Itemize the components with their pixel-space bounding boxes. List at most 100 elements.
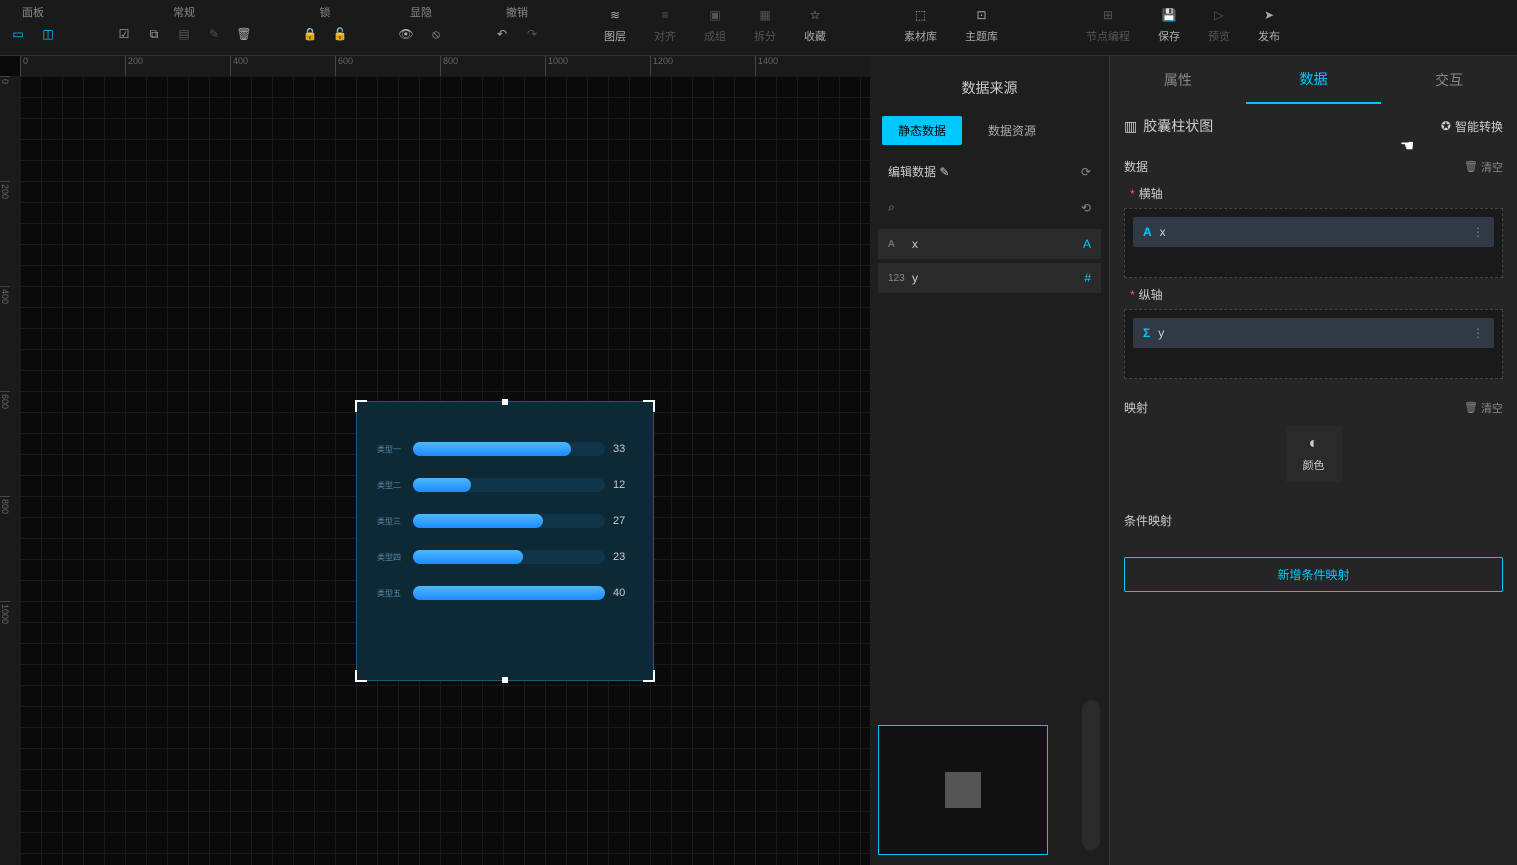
field-end-icon: # <box>1084 271 1091 285</box>
ruler-tick: 600 <box>0 391 10 496</box>
prop-header: ▥ 胶囊柱状图 ✪ 智能转换 <box>1110 104 1517 148</box>
material-lib-label: 素材库 <box>904 28 937 44</box>
resize-handle-tl[interactable] <box>355 400 367 412</box>
chart-title: 胶囊柱状图 <box>1143 116 1213 136</box>
bar-value: 40 <box>613 587 633 599</box>
ruler-tick: 0 <box>0 76 10 181</box>
unlock-icon[interactable]: 🔓 <box>330 24 350 44</box>
align-icon: ≡ <box>654 4 676 26</box>
chart-widget-selected[interactable]: 类型一33类型二12类型三27类型四23类型五40 <box>356 401 654 681</box>
property-tabs: 属性 数据 交互 <box>1110 56 1517 104</box>
publish-button[interactable]: ➤ 发布 <box>1244 0 1294 48</box>
resize-handle-br[interactable] <box>643 670 655 682</box>
theme-lib-button[interactable]: ⊡ 主题库 <box>951 0 1012 48</box>
canvas-area[interactable]: 0200400600800100012001400 02004006008001… <box>0 56 870 865</box>
bar-fill <box>413 478 471 492</box>
publish-label: 发布 <box>1258 28 1280 44</box>
preview-button[interactable]: ▷ 预览 <box>1194 0 1244 48</box>
brush-icon[interactable]: ✎ <box>204 24 224 44</box>
add-condition-button[interactable]: 新增条件映射 <box>1124 557 1503 592</box>
layer-label: 图层 <box>604 28 626 44</box>
bar-category: 类型一 <box>377 444 405 455</box>
cursor-hand-icon: ☚ <box>1400 136 1414 156</box>
edit-data-label[interactable]: 编辑数据 ✎ <box>888 163 949 180</box>
group-label-lock: 锁 <box>320 4 331 20</box>
check-icon[interactable]: ☑ <box>114 24 134 44</box>
ruler-tick: 0 <box>20 56 125 76</box>
save-icon: 💾 <box>1158 4 1180 26</box>
edit-data-row: 编辑数据 ✎ ⟳ <box>870 153 1109 190</box>
search-row: ⌕ ⟲ <box>870 190 1109 225</box>
tab-data-resource[interactable]: 数据资源 <box>972 116 1052 145</box>
send-icon: ➤ <box>1258 4 1280 26</box>
x-field-name: x <box>1160 225 1464 239</box>
bar-track <box>413 478 605 492</box>
group-label-showhide: 显隐 <box>410 4 432 20</box>
split-button[interactable]: ▦ 拆分 <box>740 0 790 48</box>
scrollbar-vertical[interactable] <box>1082 700 1100 850</box>
y-axis-dropzone[interactable]: Σ y ⋮ <box>1124 309 1503 379</box>
tab-attribute[interactable]: 属性 <box>1110 56 1246 104</box>
ruler-tick: 800 <box>0 496 10 601</box>
favorite-label: 收藏 <box>804 28 826 44</box>
more-icon[interactable]: ⋮ <box>1472 225 1484 239</box>
lock-icon[interactable]: 🔒 <box>300 24 320 44</box>
tab-data[interactable]: 数据 <box>1246 56 1382 104</box>
color-mapping-button[interactable]: ◐ 颜色 <box>1286 426 1342 482</box>
ruler-tick: 1200 <box>650 56 755 76</box>
thumbnail-viewport[interactable] <box>945 772 981 808</box>
search-icon[interactable]: ⌕ <box>888 200 895 215</box>
field-row[interactable]: AxA <box>878 229 1101 259</box>
tab-static-data[interactable]: 静态数据 <box>882 116 962 145</box>
bar-fill <box>413 514 543 528</box>
y-field-chip[interactable]: Σ y ⋮ <box>1133 318 1494 348</box>
theme-icon: ⊡ <box>971 4 993 26</box>
paste-icon[interactable]: ▤ <box>174 24 194 44</box>
copy-icon[interactable]: ⧉ <box>144 24 164 44</box>
reload-icon[interactable]: ⟲ <box>1081 201 1091 215</box>
group-icon: ▣ <box>704 4 726 26</box>
material-lib-button[interactable]: ⬚ 素材库 <box>890 0 951 48</box>
smart-convert-button[interactable]: ✪ 智能转换 <box>1441 118 1503 135</box>
undo-icon[interactable]: ↶ <box>492 24 512 44</box>
node-edit-button[interactable]: ⊞ 节点编程 <box>1072 0 1144 48</box>
ruler-tick: 800 <box>440 56 545 76</box>
eye-icon[interactable]: 👁 <box>396 24 416 44</box>
layer-button[interactable]: ≋ 图层 <box>590 0 640 48</box>
clear-mapping-button[interactable]: 🗑 清空 <box>1464 399 1503 416</box>
clear-data-button[interactable]: 🗑 清空 <box>1464 158 1503 175</box>
resize-handle-b[interactable] <box>502 677 508 683</box>
bar-value: 27 <box>613 515 633 527</box>
tool-group-showhide: 显隐 👁 ⦸ <box>388 0 454 48</box>
redo-icon[interactable]: ↷ <box>522 24 542 44</box>
bar-value: 23 <box>613 551 633 563</box>
save-button[interactable]: 💾 保存 <box>1144 0 1194 48</box>
more-icon[interactable]: ⋮ <box>1472 326 1484 340</box>
panel-mode-b-icon[interactable]: ◫ <box>38 24 58 44</box>
field-list: AxA 123y# <box>870 229 1109 293</box>
x-axis-dropzone[interactable]: A x ⋮ <box>1124 208 1503 278</box>
canvas-grid[interactable]: 类型一33类型二12类型三27类型四23类型五40 <box>20 76 870 865</box>
y-field-name: y <box>1158 326 1464 340</box>
canvas-thumbnail[interactable] <box>878 725 1048 855</box>
bar-category: 类型二 <box>377 480 405 491</box>
field-row[interactable]: 123y# <box>878 263 1101 293</box>
favorite-button[interactable]: ☆ 收藏 <box>790 0 840 48</box>
cube-icon: ⬚ <box>910 4 932 26</box>
panel-mode-a-icon[interactable]: ▭ <box>8 24 28 44</box>
trash-icon[interactable]: 🗑 <box>234 24 254 44</box>
ruler-tick: 600 <box>335 56 440 76</box>
resize-handle-bl[interactable] <box>355 670 367 682</box>
group-button[interactable]: ▣ 成组 <box>690 0 740 48</box>
refresh-icon[interactable]: ⟳ <box>1081 165 1091 179</box>
resize-handle-t[interactable] <box>502 399 508 405</box>
resize-handle-tr[interactable] <box>643 400 655 412</box>
palette-icon: ◐ <box>1309 435 1319 453</box>
node-icon: ⊞ <box>1097 4 1119 26</box>
ruler-tick: 400 <box>230 56 335 76</box>
x-field-chip[interactable]: A x ⋮ <box>1133 217 1494 247</box>
align-button[interactable]: ≡ 对齐 <box>640 0 690 48</box>
data-source-title: 数据来源 <box>870 68 1109 108</box>
tab-interact[interactable]: 交互 <box>1381 56 1517 104</box>
eye-off-icon[interactable]: ⦸ <box>426 24 446 44</box>
